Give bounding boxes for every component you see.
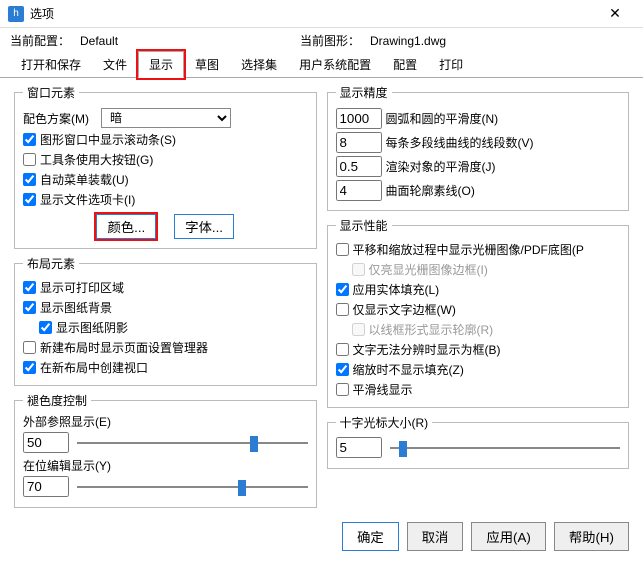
ok-button[interactable]: 确定	[342, 522, 399, 551]
smooth-checkbox[interactable]: 平滑线显示	[336, 381, 621, 398]
fade-control-group: 褪色度控制 外部参照显示(E) 在位编辑显示(Y)	[14, 392, 317, 508]
crosshair-input[interactable]	[336, 437, 382, 458]
fade-control-legend: 褪色度控制	[23, 392, 91, 409]
contour-input[interactable]	[336, 180, 382, 201]
crosshair-legend: 十字光标大小(R)	[336, 414, 433, 431]
edit-label: 在位编辑显示(Y)	[23, 457, 308, 474]
tab-sketch[interactable]: 草图	[184, 51, 230, 78]
seg-input[interactable]	[336, 132, 382, 153]
display-performance-group: 显示性能 平移和缩放过程中显示光栅图像/PDF底图(P 仅亮显光栅图像边框(I)…	[327, 217, 630, 408]
display-precision-legend: 显示精度	[336, 84, 392, 101]
arc-input[interactable]	[336, 108, 382, 129]
wiresil-checkbox: 以线框形式显示轮廓(R)	[352, 321, 621, 338]
layout-elements-group: 布局元素 显示可打印区域 显示图纸背景 显示图纸阴影 新建布局时显示页面设置管理…	[14, 255, 317, 386]
color-scheme-label: 配色方案(M)	[23, 110, 89, 127]
render-input[interactable]	[336, 156, 382, 177]
window-elements-legend: 窗口元素	[23, 84, 79, 101]
fonts-button[interactable]: 字体...	[174, 214, 234, 239]
raster-checkbox[interactable]: 平移和缩放过程中显示光栅图像/PDF底图(P	[336, 241, 621, 258]
automenu-checkbox[interactable]: 自动菜单装载(U)	[23, 171, 308, 188]
current-drawing-label: 当前图形：	[300, 32, 370, 49]
tab-user-prefs[interactable]: 用户系统配置	[288, 51, 382, 78]
edit-slider[interactable]	[77, 477, 308, 497]
contour-label: 曲面轮廓素线(O)	[386, 182, 475, 199]
edit-input[interactable]	[23, 476, 69, 497]
printable-checkbox[interactable]: 显示可打印区域	[23, 279, 308, 296]
solidfill-checkbox[interactable]: 应用实体填充(L)	[336, 281, 621, 298]
viewport-checkbox[interactable]: 在新布局中创建视口	[23, 359, 308, 376]
filetab-checkbox[interactable]: 显示文件选项卡(I)	[23, 191, 308, 208]
color-scheme-select[interactable]: 暗	[101, 108, 231, 128]
crosshair-slider[interactable]	[390, 438, 621, 458]
tab-selection[interactable]: 选择集	[230, 51, 288, 78]
arc-label: 圆弧和圆的平滑度(N)	[386, 110, 499, 127]
cancel-button[interactable]: 取消	[407, 522, 464, 551]
tab-print[interactable]: 打印	[428, 51, 474, 78]
xref-label: 外部参照显示(E)	[23, 413, 308, 430]
app-icon: h	[8, 6, 24, 22]
close-icon[interactable]: ✕	[595, 5, 635, 22]
shadow-checkbox[interactable]: 显示图纸阴影	[39, 319, 308, 336]
display-precision-group: 显示精度 圆弧和圆的平滑度(N) 每条多段线曲线的线段数(V) 渲染对象的平滑度…	[327, 84, 630, 211]
pagesetup-checkbox[interactable]: 新建布局时显示页面设置管理器	[23, 339, 308, 356]
tab-profiles[interactable]: 配置	[382, 51, 428, 78]
current-drawing-value: Drawing1.dwg	[370, 34, 446, 48]
xref-input[interactable]	[23, 432, 69, 453]
display-performance-legend: 显示性能	[336, 217, 392, 234]
apply-button[interactable]: 应用(A)	[471, 522, 545, 551]
hlraster-checkbox: 仅亮显光栅图像边框(I)	[352, 261, 621, 278]
textframe-checkbox[interactable]: 仅显示文字边框(W)	[336, 301, 621, 318]
colors-button[interactable]: 颜色...	[96, 214, 156, 239]
seg-label: 每条多段线曲线的线段数(V)	[386, 134, 534, 151]
zoomfill-checkbox[interactable]: 缩放时不显示填充(Z)	[336, 361, 621, 378]
crosshair-group: 十字光标大小(R)	[327, 414, 630, 469]
tab-open-save[interactable]: 打开和保存	[10, 51, 92, 78]
scrollbar-checkbox[interactable]: 图形窗口中显示滚动条(S)	[23, 131, 308, 148]
current-config-label: 当前配置：	[10, 32, 80, 49]
help-button[interactable]: 帮助(H)	[554, 522, 629, 551]
window-elements-group: 窗口元素 配色方案(M) 暗 图形窗口中显示滚动条(S) 工具条使用大按钮(G)…	[14, 84, 317, 249]
window-title: 选项	[30, 5, 595, 22]
xref-slider[interactable]	[77, 433, 308, 453]
render-label: 渲染对象的平滑度(J)	[386, 158, 496, 175]
tab-file[interactable]: 文件	[92, 51, 138, 78]
tab-display[interactable]: 显示	[138, 51, 184, 78]
bigbtn-checkbox[interactable]: 工具条使用大按钮(G)	[23, 151, 308, 168]
tab-bar: 打开和保存 文件 显示 草图 选择集 用户系统配置 配置 打印	[0, 51, 643, 78]
current-config-value: Default	[80, 34, 300, 48]
textnobox-checkbox[interactable]: 文字无法分辨时显示为框(B)	[336, 341, 621, 358]
layout-elements-legend: 布局元素	[23, 255, 79, 272]
paperbg-checkbox[interactable]: 显示图纸背景	[23, 299, 308, 316]
